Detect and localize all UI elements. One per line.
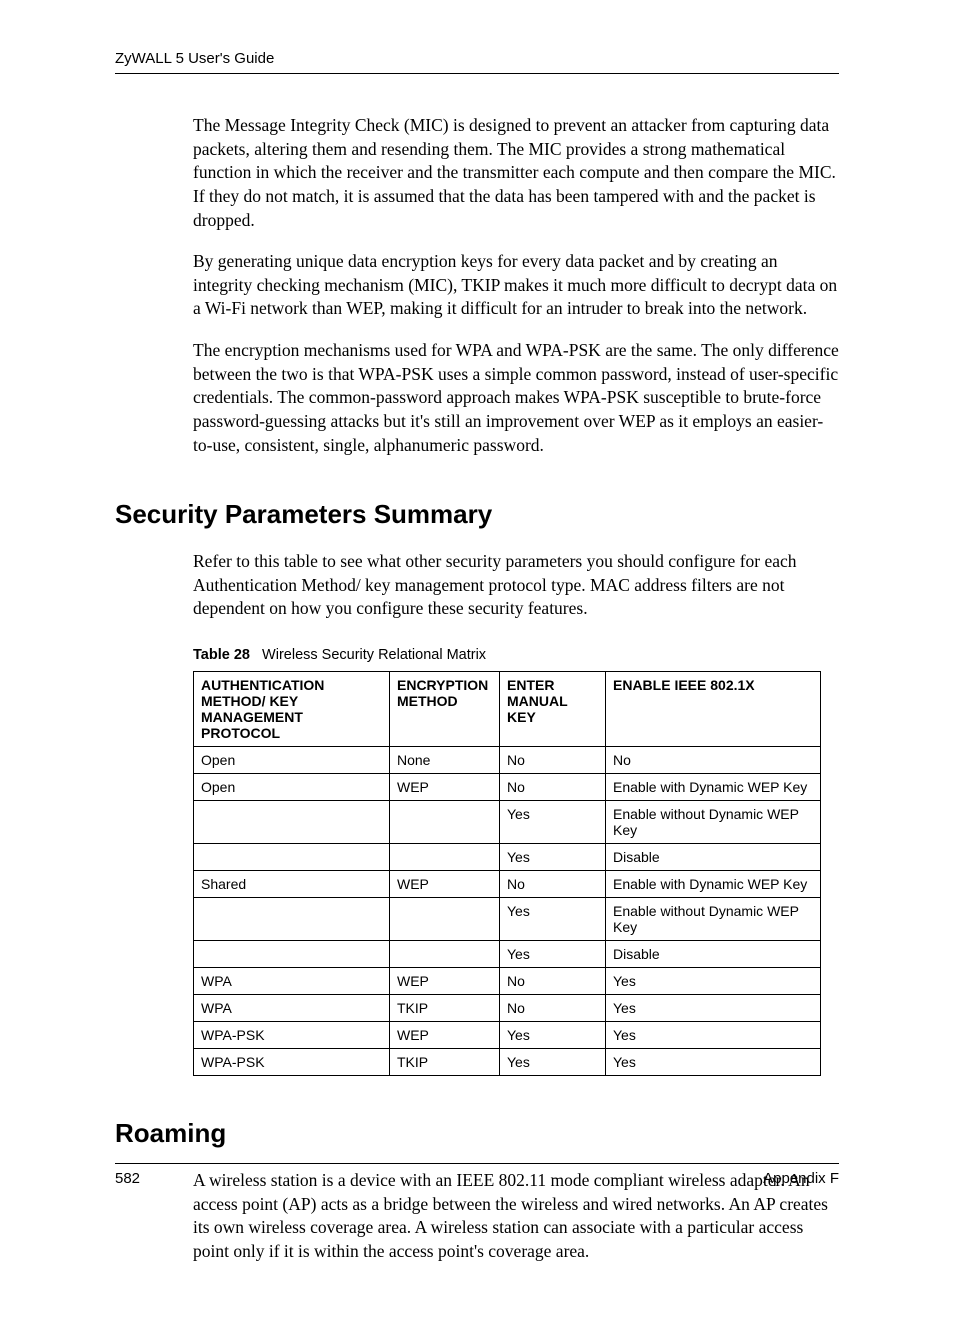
header-title: ZyWALL 5 User's Guide — [115, 50, 274, 67]
page-number: 582 — [115, 1170, 140, 1187]
table-row: Yes Enable without Dynamic WEP Key — [194, 898, 821, 941]
col-ieee: ENABLE IEEE 802.1X — [606, 672, 821, 747]
table-row: Yes Enable without Dynamic WEP Key — [194, 801, 821, 844]
table-caption-text: Wireless Security Relational Matrix — [262, 647, 486, 663]
col-auth: AUTHENTICATION METHOD/ KEY MANAGEMENT PR… — [194, 672, 390, 747]
security-matrix-table: AUTHENTICATION METHOD/ KEY MANAGEMENT PR… — [193, 671, 821, 1076]
table-caption-label: Table 28 — [193, 647, 250, 663]
table-row: Yes Disable — [194, 844, 821, 871]
heading-security-parameters: Security Parameters Summary — [115, 499, 839, 530]
table-row: Yes Disable — [194, 941, 821, 968]
table-row: WPA-PSK WEP Yes Yes — [194, 1022, 821, 1049]
table-row: Shared WEP No Enable with Dynamic WEP Ke… — [194, 871, 821, 898]
col-manual-key: ENTER MANUAL KEY — [500, 672, 606, 747]
table-caption: Table 28 Wireless Security Relational Ma… — [193, 647, 839, 663]
table-row: Open WEP No Enable with Dynamic WEP Key — [194, 774, 821, 801]
table-row: Open None No No — [194, 747, 821, 774]
page-header: ZyWALL 5 User's Guide — [115, 50, 839, 74]
table-row: WPA TKIP No Yes — [194, 995, 821, 1022]
table-row: WPA WEP No Yes — [194, 968, 821, 995]
page-footer: 582 Appendix F — [115, 1163, 839, 1187]
table-header-row: AUTHENTICATION METHOD/ KEY MANAGEMENT PR… — [194, 672, 821, 747]
body-paragraph: The encryption mechanisms used for WPA a… — [193, 339, 839, 457]
body-paragraph: By generating unique data encryption key… — [193, 250, 839, 321]
heading-roaming: Roaming — [115, 1118, 839, 1149]
col-encryption: ENCRYPTION METHOD — [390, 672, 500, 747]
appendix-label: Appendix F — [763, 1170, 839, 1187]
body-paragraph: The Message Integrity Check (MIC) is des… — [193, 114, 839, 232]
table-row: WPA-PSK TKIP Yes Yes — [194, 1049, 821, 1076]
security-intro-paragraph: Refer to this table to see what other se… — [193, 550, 839, 621]
